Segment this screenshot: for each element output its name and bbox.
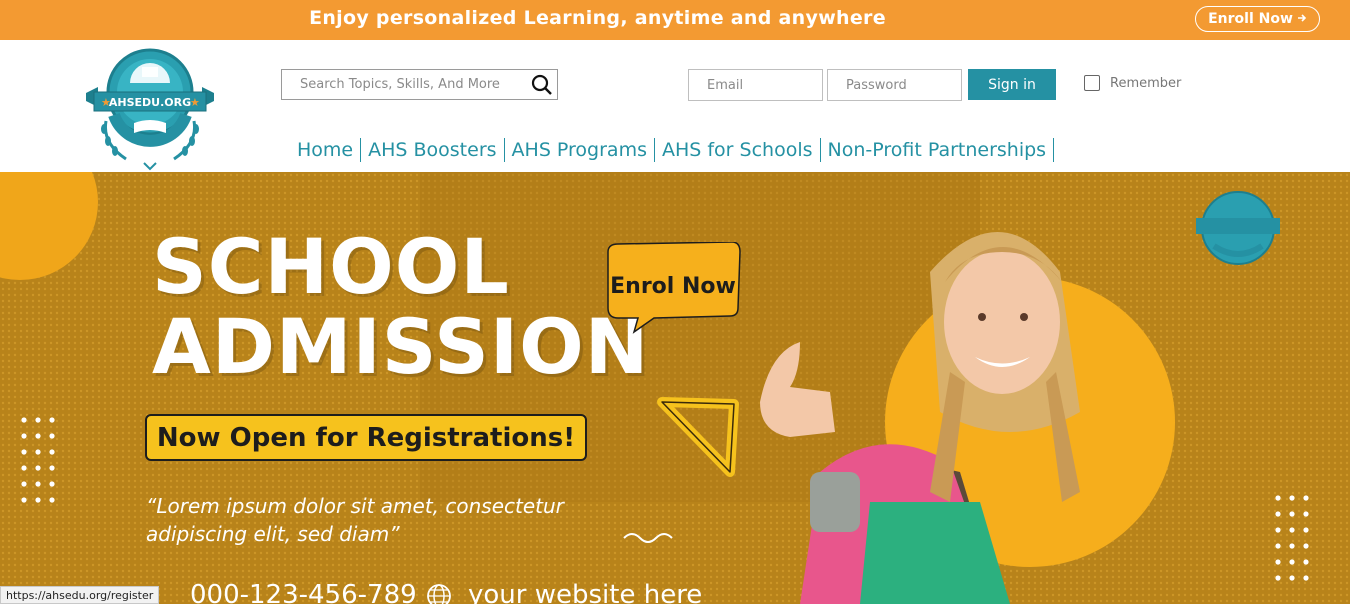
main-nav: Home AHS Boosters AHS Programs AHS for S… <box>290 138 1055 162</box>
top-banner: Enjoy personalized Learning, anytime and… <box>0 0 1350 40</box>
sign-in-button[interactable]: Sign in <box>968 69 1056 100</box>
search-bar[interactable]: Search Topics, Skills, And More <box>281 69 558 100</box>
email-field[interactable]: Email <box>688 69 823 101</box>
search-icon[interactable] <box>527 70 557 100</box>
remember-me[interactable]: Remember <box>1084 75 1181 91</box>
bubble-enrol-text: Enrol Now <box>610 274 736 299</box>
banner-tagline: Enjoy personalized Learning, anytime and… <box>309 7 886 29</box>
enroll-now-label: Enroll Now <box>1208 11 1293 27</box>
enroll-now-button[interactable]: Enroll Now <box>1195 6 1320 32</box>
remember-checkbox[interactable] <box>1084 75 1100 91</box>
search-input[interactable]: Search Topics, Skills, And More <box>282 77 527 92</box>
phone-number: 000-123-456-789 <box>190 580 417 604</box>
password-field[interactable]: Password <box>827 69 962 101</box>
website-text: your website here <box>468 580 703 604</box>
globe-icon <box>426 583 452 604</box>
svg-text:★: ★ <box>190 96 200 109</box>
hero-banner[interactable]: SCHOOL ADMISSION Enrol Now Now Open for … <box>0 172 1350 604</box>
nav-item-home[interactable]: Home <box>290 138 362 162</box>
hero-title-line1: SCHOOL <box>152 222 510 311</box>
hero-quote: “Lorem ipsum dolor sit amet, consectetur… <box>146 494 564 546</box>
nav-item-ahs-boosters[interactable]: AHS Boosters <box>361 138 505 162</box>
status-bar-url: https://ahsedu.org/register <box>0 586 160 604</box>
nav-item-ahs-programs[interactable]: AHS Programs <box>505 138 655 162</box>
site-header: AHSEDU.ORG ★ ★ Search Topics, Skills, An… <box>0 40 1350 172</box>
nav-item-ahs-for-schools[interactable]: AHS for Schools <box>655 138 821 162</box>
arrow-right-icon <box>1297 11 1307 27</box>
svg-text:★: ★ <box>101 96 111 109</box>
hero-title-line2: ADMISSION <box>152 302 650 391</box>
ahsedu-logo[interactable]: AHSEDU.ORG ★ ★ <box>84 47 216 171</box>
logo-ribbon-text: AHSEDU.ORG <box>109 96 191 109</box>
registration-banner: Now Open for Registrations! <box>145 414 587 461</box>
remember-label: Remember <box>1110 75 1182 91</box>
nav-item-non-profit-partnerships[interactable]: Non-Profit Partnerships <box>821 138 1055 162</box>
